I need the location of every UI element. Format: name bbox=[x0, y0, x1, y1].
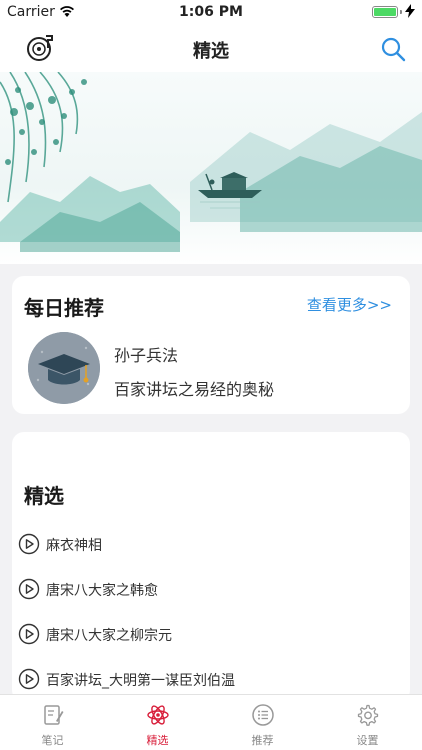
daily-title: 每日推荐 bbox=[24, 296, 104, 320]
tab-label: 精选 bbox=[146, 734, 169, 747]
list-item[interactable]: 百家讲坛_大明第一谋臣刘伯温 bbox=[18, 667, 398, 691]
list-icon bbox=[252, 704, 274, 726]
tab-label: 推荐 bbox=[251, 734, 274, 747]
featured-title: 精选 bbox=[24, 484, 64, 508]
tab-settings[interactable]: 设置 bbox=[315, 695, 420, 750]
notebook-icon bbox=[44, 705, 64, 725]
battery-icon bbox=[372, 6, 398, 18]
page-title: 精选 bbox=[193, 41, 229, 62]
tab-notes[interactable]: 笔记 bbox=[0, 695, 105, 750]
daily-recommendation-card: 每日推荐 查看更多>> 孙子兵法 百家讲坛之易经的奥秘 bbox=[12, 276, 410, 414]
charging-icon bbox=[405, 4, 415, 18]
list-item[interactable]: 麻衣神相 bbox=[18, 532, 398, 556]
daily-item-title[interactable]: 孙子兵法 bbox=[114, 342, 178, 366]
play-circle-icon bbox=[18, 623, 40, 645]
daily-item-subtitle[interactable]: 百家讲坛之易经的奥秘 bbox=[114, 376, 274, 400]
status-bar: Carrier 1:06 PM bbox=[0, 0, 422, 24]
status-time: 1:06 PM bbox=[179, 4, 243, 20]
battery-tip bbox=[400, 10, 402, 14]
tab-featured[interactable]: 精选 bbox=[105, 695, 210, 750]
search-icon[interactable] bbox=[380, 36, 406, 62]
gear-icon bbox=[357, 704, 379, 726]
tab-label: 笔记 bbox=[41, 734, 64, 747]
view-more-link[interactable]: 查看更多>> bbox=[307, 294, 392, 315]
graduation-cap-icon bbox=[28, 332, 100, 404]
play-circle-icon bbox=[18, 578, 40, 600]
list-item-label: 麻衣神相 bbox=[46, 538, 102, 554]
navigation-bar: 精选 bbox=[0, 24, 422, 72]
list-item[interactable]: 唐宋八大家之韩愈 bbox=[18, 577, 398, 601]
daily-avatar[interactable] bbox=[28, 332, 100, 404]
atom-icon bbox=[147, 705, 169, 725]
list-item-label: 唐宋八大家之柳宗元 bbox=[46, 628, 172, 644]
featured-card: 精选 麻衣神相 唐宋八大家之韩愈 唐宋八大家之柳宗元 百家讲坛_大明第一谋臣刘伯… bbox=[12, 432, 410, 702]
banner-landscape-image bbox=[0, 72, 422, 252]
play-circle-icon bbox=[18, 668, 40, 690]
list-item-label: 百家讲坛_大明第一谋臣刘伯温 bbox=[46, 673, 235, 689]
play-circle-icon bbox=[18, 533, 40, 555]
tab-recommend[interactable]: 推荐 bbox=[210, 695, 315, 750]
list-item[interactable]: 唐宋八大家之柳宗元 bbox=[18, 622, 398, 646]
list-item-label: 唐宋八大家之韩愈 bbox=[46, 583, 158, 599]
tab-bar: 笔记 精选 推荐 设置 bbox=[0, 694, 422, 750]
tab-label: 设置 bbox=[356, 734, 379, 747]
banner-carousel[interactable] bbox=[0, 72, 422, 264]
